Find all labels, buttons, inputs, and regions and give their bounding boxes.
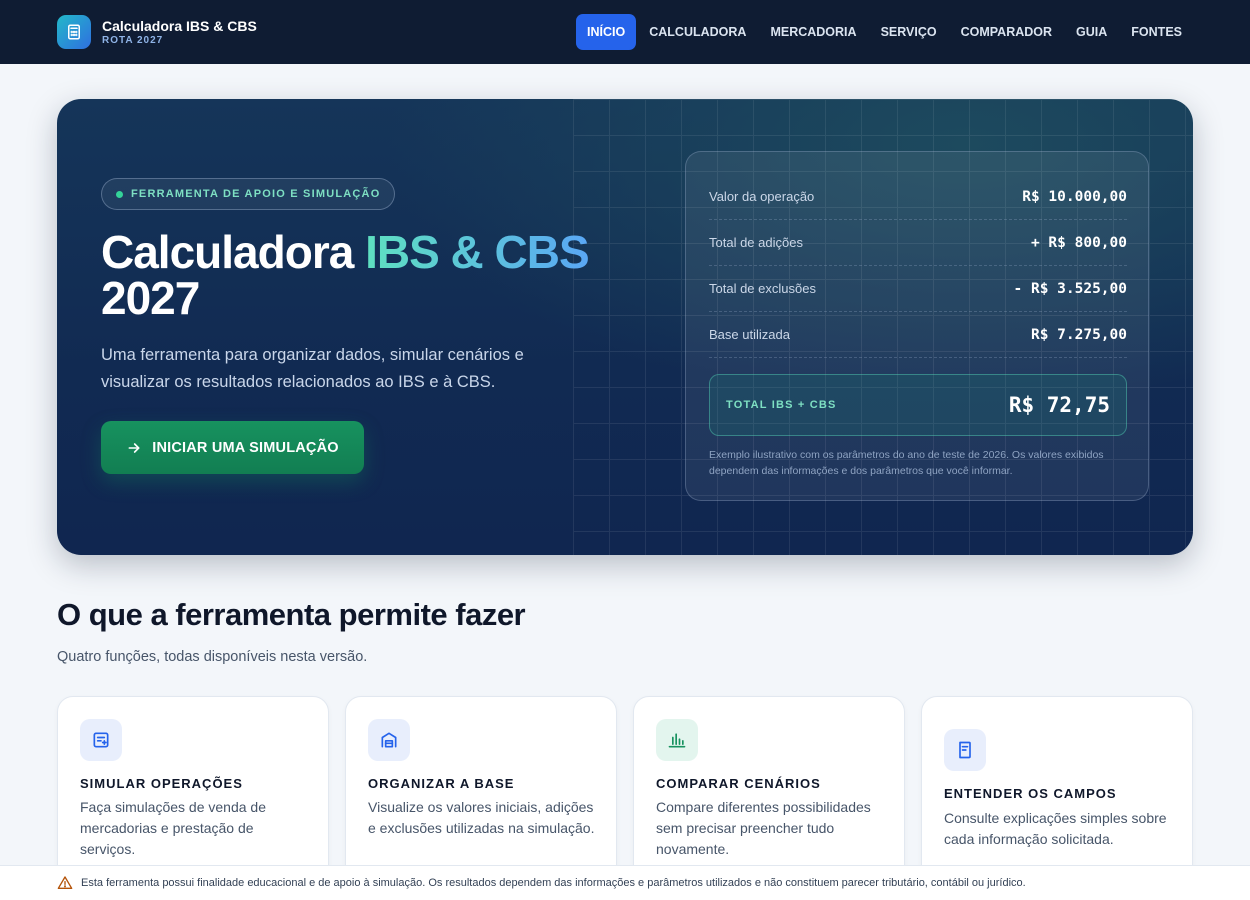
feature-description: Consulte explicações simples sobre cada … <box>944 810 1167 847</box>
summary-label: Valor da operação <box>709 189 815 204</box>
hero-badge-text: FERRAMENTA DE APOIO E SIMULAÇÃO <box>131 188 381 200</box>
summary-row: Valor da operação R$ 10.000,00 <box>709 174 1127 220</box>
summary-value: R$ 10.000,00 <box>1022 188 1127 205</box>
disclaimer-text: Esta ferramenta possui finalidade educac… <box>81 877 1026 889</box>
hero-title-prefix: Calculadora <box>101 226 366 278</box>
feature-title: SIMULAR OPERAÇÕES <box>80 776 243 791</box>
bar-chart-icon <box>656 719 698 761</box>
status-dot-icon <box>116 190 123 198</box>
start-simulation-button[interactable]: INICIAR UMA SIMULAÇÃO <box>101 421 364 474</box>
nav-inicio[interactable]: INÍCIO <box>576 14 637 50</box>
nav-guia[interactable]: GUIA <box>1064 14 1119 50</box>
hero-section: FERRAMENTA DE APOIO E SIMULAÇÃO Calculad… <box>57 99 1193 555</box>
arrow-right-icon <box>128 442 140 453</box>
summary-label: Base utilizada <box>709 327 790 342</box>
feature-title: ORGANIZAR A BASE <box>368 776 515 791</box>
brand-title: Calculadora IBS & CBS <box>102 17 257 34</box>
brand[interactable]: Calculadora IBS & CBS ROTA 2027 <box>57 15 257 49</box>
feature-description: Visualize os valores iniciais, adições e… <box>368 799 595 836</box>
start-simulation-label: INICIAR UMA SIMULAÇÃO <box>152 439 339 456</box>
disclaimer-bar: Esta ferramenta possui finalidade educac… <box>0 865 1250 900</box>
nav-fontes[interactable]: FONTES <box>1119 14 1194 50</box>
nav-comparador[interactable]: COMPARADOR <box>949 14 1064 50</box>
simulation-summary-card: Valor da operação R$ 10.000,00 Total de … <box>685 151 1149 501</box>
feature-title: COMPARAR CENÁRIOS <box>656 776 821 791</box>
nav-servico[interactable]: SERVIÇO <box>869 14 949 50</box>
hero-title: Calculadora IBS & CBS 2027 <box>101 229 661 321</box>
summary-value: R$ 7.275,00 <box>1030 326 1127 343</box>
feature-description: Compare diferentes possibilidades sem pr… <box>656 799 871 857</box>
nav-mercadoria[interactable]: MERCADORIA <box>758 14 868 50</box>
warehouse-icon <box>368 719 410 761</box>
calculator-icon <box>57 15 91 49</box>
summary-label: Total de adições <box>709 235 803 250</box>
hero-badge: FERRAMENTA DE APOIO E SIMULAÇÃO <box>101 178 396 210</box>
summary-label: Total de exclusões <box>709 281 816 296</box>
features-subtitle: Quatro funções, todas disponíveis nesta … <box>57 649 368 665</box>
summary-row: Total de exclusões - R$ 3.525,00 <box>709 266 1127 312</box>
hero-title-highlight: IBS & CBS <box>365 226 590 278</box>
hero-title-suffix: 2027 <box>101 272 200 324</box>
summary-row: Total de adições + R$ 800,00 <box>709 220 1127 266</box>
summary-note: Exemplo ilustrativo com os parâmetros do… <box>709 449 1104 477</box>
summary-value: - R$ 3.525,00 <box>1013 280 1128 297</box>
top-navigation-bar: Calculadora IBS & CBS ROTA 2027 INÍCIO C… <box>0 0 1250 64</box>
nav-calculadora[interactable]: CALCULADORA <box>637 14 758 50</box>
total-label: TOTAL IBS + CBS <box>726 399 837 411</box>
hero-description: Uma ferramenta para organizar dados, sim… <box>101 346 524 391</box>
total-value: R$ 72,75 <box>1008 393 1110 417</box>
main-nav: INÍCIO CALCULADORA MERCADORIA SERVIÇO CO… <box>576 14 1194 50</box>
features-title: O que a ferramenta permite fazer <box>57 597 526 632</box>
feature-title: ENTENDER OS CAMPOS <box>944 786 1117 801</box>
warning-icon <box>57 876 73 889</box>
book-icon <box>944 729 986 771</box>
summary-value: + R$ 800,00 <box>1030 234 1127 251</box>
total-ibs-cbs-box: TOTAL IBS + CBS R$ 72,75 <box>709 374 1127 436</box>
brand-subtitle: ROTA 2027 <box>102 34 164 46</box>
document-list-icon <box>80 719 122 761</box>
summary-row: Base utilizada R$ 7.275,00 <box>709 312 1127 358</box>
feature-description: Faça simulações de venda de mercadorias … <box>80 799 266 857</box>
